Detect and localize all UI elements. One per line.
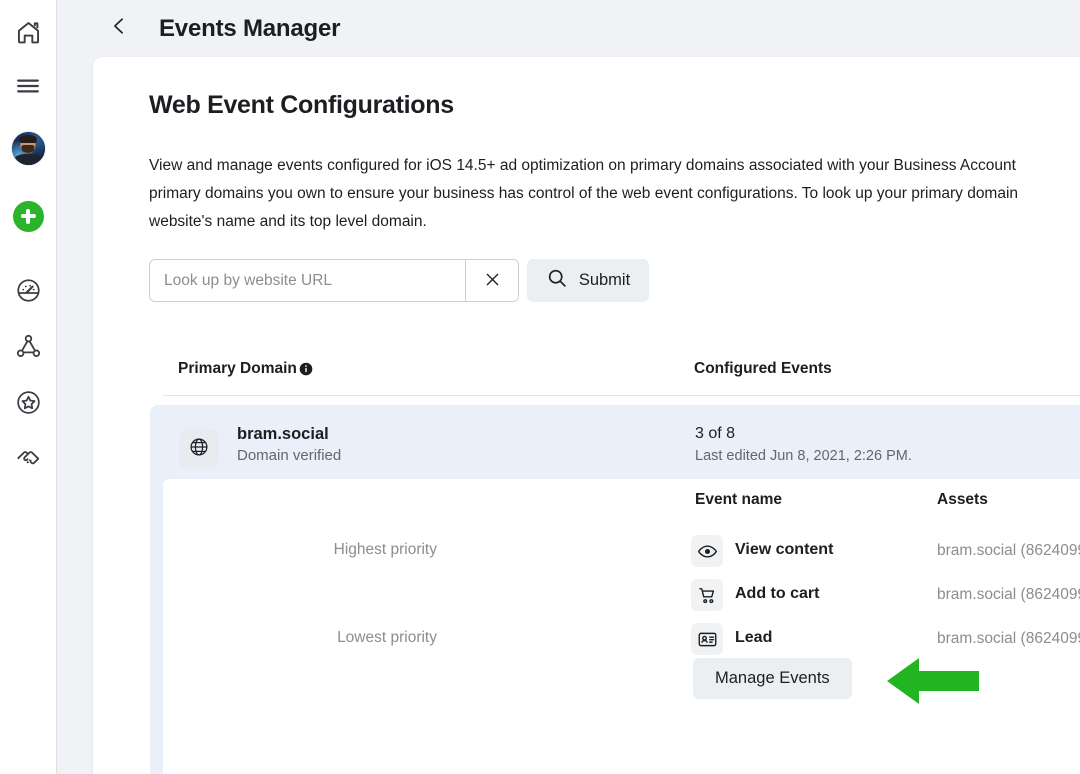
back-button[interactable] <box>104 14 134 44</box>
top-bar: Events Manager <box>57 0 1080 57</box>
search-row: Submit <box>149 259 649 302</box>
search-icon <box>546 267 568 294</box>
submit-button[interactable]: Submit <box>527 259 649 302</box>
event-name: Lead <box>735 629 772 647</box>
domain-row-expanded: bram.social Domain verified 3 of 8 Last … <box>150 405 1080 774</box>
event-asset: bram.social (86240994 <box>937 630 1080 648</box>
search-group <box>149 259 519 302</box>
star-circle-icon <box>15 389 42 416</box>
sidebar-item-events-manager[interactable] <box>6 324 50 368</box>
card-title: Web Event Configurations <box>149 91 454 120</box>
sidebar-item-menu[interactable] <box>6 64 50 108</box>
close-icon <box>483 270 502 292</box>
home-icon <box>15 19 42 46</box>
event-asset: bram.social (86240994 <box>937 586 1080 604</box>
id-card-icon <box>691 623 723 655</box>
card-description: View and manage events configured for iO… <box>149 152 1080 236</box>
create-icon <box>13 201 44 232</box>
column-header-configured-events: Configured Events <box>694 360 832 378</box>
page-title: Events Manager <box>159 15 340 43</box>
event-priority-label: Lowest priority <box>337 629 437 647</box>
app-root: Events Manager Web Event Configurations … <box>0 0 1080 774</box>
detail-header-event-name: Event name <box>695 491 782 509</box>
eye-icon <box>691 535 723 567</box>
event-name: View content <box>735 541 833 559</box>
sidebar-item-ads-reporting[interactable] <box>6 268 50 312</box>
event-asset: bram.social (86240994 <box>937 542 1080 560</box>
sidebar-item-profile[interactable] <box>6 126 50 170</box>
column-header-primary-domain-label: Primary Domain <box>178 360 297 378</box>
handshake-icon <box>14 444 42 472</box>
manage-events-button[interactable]: Manage Events <box>693 658 852 699</box>
detail-header-assets: Assets <box>937 491 988 509</box>
event-detail-panel: Event name Assets Highest priority View … <box>163 479 1080 774</box>
table-header: Primary Domain Configured Events <box>163 352 1080 396</box>
globe-icon-chip <box>179 429 219 469</box>
event-name: Add to cart <box>735 585 819 603</box>
search-input[interactable] <box>150 260 465 301</box>
gauge-icon <box>15 277 42 304</box>
avatar <box>12 132 45 165</box>
cart-icon <box>691 579 723 611</box>
globe-icon <box>188 436 210 463</box>
last-edited-text: Last edited Jun 8, 2021, 2:26 PM. <box>695 448 912 464</box>
sidebar-item-brand-safety[interactable] <box>6 380 50 424</box>
chevron-left-icon <box>108 15 130 42</box>
event-row[interactable]: Add to cart bram.social (86240994 <box>163 575 1080 619</box>
event-row[interactable]: Lowest priority Lead <box>163 619 1080 663</box>
submit-button-label: Submit <box>579 271 630 290</box>
domain-status: Domain verified <box>237 447 341 464</box>
menu-icon <box>15 73 41 99</box>
configured-events-count: 3 of 8 <box>695 425 735 443</box>
sidebar-item-create[interactable] <box>6 194 50 238</box>
clear-search-button[interactable] <box>465 260 518 301</box>
event-priority-label: Highest priority <box>334 541 437 559</box>
column-header-primary-domain: Primary Domain <box>178 360 313 378</box>
event-row[interactable]: Highest priority View content bram.socia… <box>163 531 1080 575</box>
sidebar-item-partners[interactable] <box>6 436 50 480</box>
content-card: Web Event Configurations View and manage… <box>93 57 1080 774</box>
network-icon <box>15 333 42 360</box>
sidebar-item-home[interactable] <box>6 10 50 54</box>
domain-name: bram.social <box>237 425 329 444</box>
main-region: Events Manager Web Event Configurations … <box>57 0 1080 774</box>
info-icon[interactable] <box>299 362 313 376</box>
left-icon-rail <box>0 0 57 774</box>
